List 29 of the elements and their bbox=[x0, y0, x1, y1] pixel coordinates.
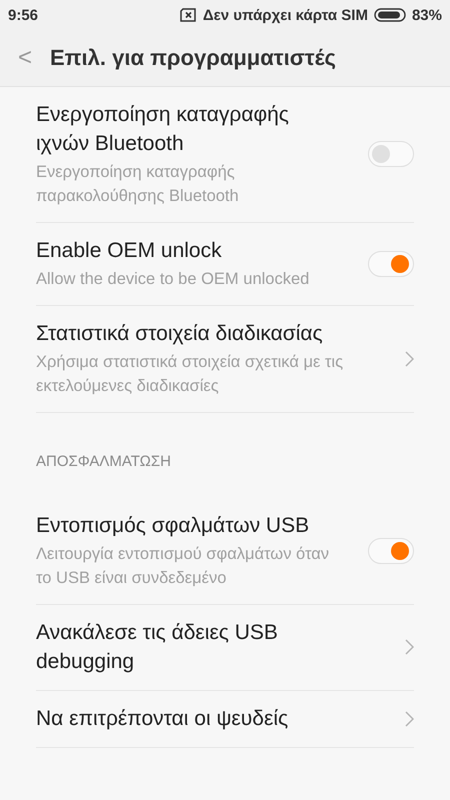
toggle-switch[interactable] bbox=[368, 250, 414, 276]
settings-row[interactable]: Εντοπισμός σφαλμάτων USB Λειτουργία εντοπισμού σφαλμάτων όταν το USB είναι συνδεδεμένο bbox=[36, 498, 414, 605]
toggle-switch[interactable] bbox=[368, 538, 414, 564]
settings-row[interactable]: Ενεργοποίηση καταγραφής ιχνών Bluetooth Ενεργοποίηση καταγραφής παρακολούθησης Bluetooth bbox=[36, 87, 414, 223]
section-header: ΑΠΟΣΦΑΛΜΑΤΩΣΗ bbox=[36, 452, 172, 472]
settings-row[interactable]: Να επιτρέπονται οι ψευδείς bbox=[36, 691, 414, 748]
toggle-switch[interactable] bbox=[368, 141, 414, 167]
screen-title: Επιλ. για προγραμματιστές bbox=[50, 45, 336, 71]
setting-description: Allow the device to be OEM unlocked bbox=[36, 269, 310, 290]
setting-title: Στατιστικά στοιχεία διαδικασίας bbox=[36, 321, 324, 347]
setting-title: Να επιτρέπονται οι ψευδείς bbox=[36, 706, 290, 732]
battery-percent: 83% bbox=[412, 6, 442, 24]
setting-description: Ενεργοποίηση καταγραφής παρακολούθησης Bluetooth bbox=[36, 162, 240, 207]
chevron-icon bbox=[405, 350, 414, 366]
chevron-icon bbox=[405, 710, 414, 726]
setting-title: Enable OEM unlock bbox=[36, 238, 223, 264]
battery-icon bbox=[374, 8, 406, 22]
clock: 9:56 bbox=[8, 6, 38, 24]
setting-title: Ανακάλεσε τις άδειες USB debugging bbox=[36, 620, 279, 675]
setting-title: Εντοπισμός σφαλμάτων USB bbox=[36, 513, 310, 539]
setting-title: Ενεργοποίηση καταγραφής ιχνών Bluetooth bbox=[36, 102, 290, 157]
setting-description: Χρήσιμα στατιστικά στοιχεία σχετικά με τις εκτελούμενες διαδικασίες bbox=[36, 352, 344, 397]
settings-row[interactable]: Στατιστικά στοιχεία διαδικασίας Χρήσιμα στατιστικά στοιχεία σχετικά με τις εκτελούμενες διαδικασίες bbox=[36, 306, 414, 413]
setting-description: Λειτουργία εντοπισμού σφαλμάτων όταν το USB είναι συνδεδεμένο bbox=[36, 544, 330, 589]
carrier-text: Δεν υπάρχει κάρτα SIM bbox=[202, 6, 368, 24]
settings-row[interactable]: Ανακάλεσε τις άδειες USB debugging bbox=[36, 605, 414, 691]
chevron-icon bbox=[405, 639, 414, 655]
no-sim-icon bbox=[180, 8, 197, 22]
settings-row[interactable]: Enable OEM unlock Allow the device to be OEM unlocked bbox=[36, 223, 414, 306]
